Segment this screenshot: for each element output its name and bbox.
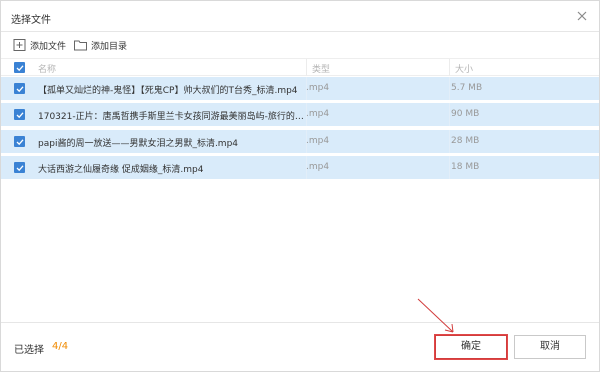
title-bar: 选择文件 [1,1,599,32]
column-header-name[interactable]: 名称 [38,62,56,75]
folder-icon [74,40,87,51]
column-header-type[interactable]: 类型 [312,62,330,75]
file-type: .mp4 [306,162,330,172]
add-file-button[interactable]: 添加文件 [13,38,66,52]
file-name: 【孤单又灿烂的神-鬼怪】【死鬼CP】帅大叔们的T台秀_标清.mp4 [38,86,298,96]
table-row[interactable]: 170321-正片：唐禹哲携手斯里兰卡女孩同游最美丽岛屿-旅行的声音... .m… [1,103,599,126]
column-divider[interactable] [306,59,307,76]
add-folder-label: 添加目录 [91,41,128,52]
row-checkbox[interactable] [14,136,25,147]
file-size: 90 MB [451,109,480,119]
file-size: 18 MB [451,162,480,172]
column-divider [449,103,450,126]
toolbar: 添加文件 添加目录 [1,33,599,57]
column-divider [449,156,450,179]
file-size: 5.7 MB [451,83,483,93]
row-checkbox[interactable] [14,162,25,173]
cancel-button[interactable]: 取消 [514,335,586,359]
close-icon[interactable] [575,9,589,23]
row-checkbox[interactable] [14,83,25,94]
selected-label: 已选择 [14,345,44,356]
file-name: papi酱的周一放送——男默女泪之男默_标清.mp4 [38,139,239,149]
dialog-footer: 已选择 4/4 确定 取消 [1,322,599,372]
plus-square-icon [13,39,26,51]
add-file-label: 添加文件 [30,41,67,52]
column-header-size[interactable]: 大小 [455,62,473,75]
file-type: .mp4 [306,136,330,146]
add-folder-button[interactable]: 添加目录 [74,38,127,52]
table-row[interactable]: papi酱的周一放送——男默女泪之男默_标清.mp4 .mp4 28 MB [1,130,599,153]
selected-count: 4/4 [52,341,69,352]
file-picker-dialog: 选择文件 添加文件 添加目录 名称 类型 大小 【孤单又灿烂的神-鬼怪】【死鬼C… [0,0,600,372]
column-divider [449,130,450,153]
table-header: 名称 类型 大小 [1,58,599,76]
dialog-title: 选择文件 [11,15,51,26]
table-row[interactable]: 【孤单又灿烂的神-鬼怪】【死鬼CP】帅大叔们的T台秀_标清.mp4 .mp4 5… [1,77,599,100]
table-row[interactable]: 大话西游之仙履奇缘 促成姻缘_标清.mp4 .mp4 18 MB [1,156,599,179]
column-divider [449,77,450,100]
file-name: 大话西游之仙履奇缘 促成姻缘_标清.mp4 [38,165,204,175]
file-name: 170321-正片：唐禹哲携手斯里兰卡女孩同游最美丽岛屿-旅行的声音... [38,112,306,122]
file-type: .mp4 [306,83,330,93]
row-checkbox[interactable] [14,109,25,120]
select-all-checkbox[interactable] [14,62,25,73]
file-size: 28 MB [451,136,480,146]
file-type: .mp4 [306,109,330,119]
confirm-button[interactable]: 确定 [435,335,507,359]
column-divider[interactable] [449,59,450,76]
